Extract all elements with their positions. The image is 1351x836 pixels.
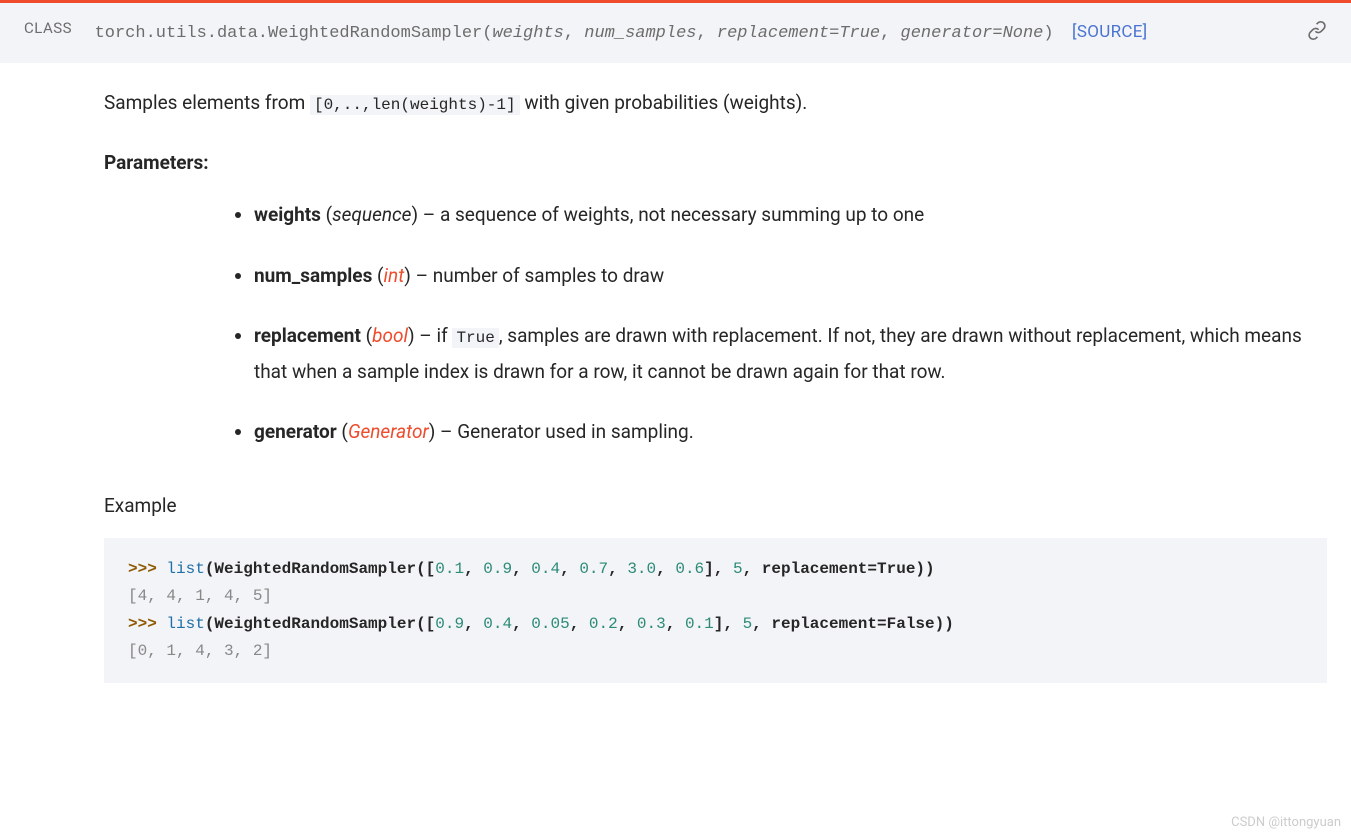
param-desc: number of samples to draw [433,264,664,287]
param-desc-pre: if [436,324,452,347]
class-name: WeightedRandomSampler [214,560,416,578]
prompt: >>> [128,560,166,578]
sig-param-num-samples: num_samples [584,24,696,43]
description-inline-code: [0,..,len(weights)-1] [310,95,520,115]
param-type: sequence [332,203,411,226]
permalink-icon[interactable] [1307,20,1327,45]
example-heading: Example [104,490,1327,522]
example-output: [0, 1, 4, 3, 2] [128,642,272,660]
class-name: WeightedRandomSampler [214,615,416,633]
param-weights: weights (sequence) – a sequence of weigh… [254,197,1327,233]
param-num-samples: num_samples (int) – number of samples to… [254,258,1327,294]
example-code-block: >>> list(WeightedRandomSampler([0.1, 0.9… [104,538,1327,683]
paren-close: ) [1043,24,1053,43]
param-replacement: replacement (bool) – if True, samples ar… [254,318,1327,390]
qualified-name: torch.utils.data.WeightedRandomSampler [95,24,483,43]
param-name: replacement [254,324,361,347]
param-name: num_samples [254,264,372,287]
signature: torch.utils.data.WeightedRandomSampler(w… [95,17,1148,49]
sig-param-generator: generator=None [901,24,1044,43]
example-output: [4, 4, 1, 4, 5] [128,587,272,605]
description-text-pre: Samples elements from [104,91,310,114]
builtin-list: list [166,615,204,633]
builtin-list: list [166,560,204,578]
param-name: weights [254,203,321,226]
param-type-link[interactable]: Generator [348,420,429,443]
source-link[interactable]: [SOURCE] [1072,22,1147,42]
class-body: Samples elements from [0,..,len(weights)… [0,63,1351,707]
param-desc-code: True [452,328,498,348]
param-generator: generator (Generator) – Generator used i… [254,414,1327,450]
class-keyword-label: CLASS [24,19,72,37]
parameters-heading: Parameters: [104,147,1327,179]
prompt: >>> [128,615,166,633]
watermark: CSDN @ittongyuan [1231,815,1341,830]
param-type-link[interactable]: int [384,264,405,287]
param-desc-post: , samples are drawn with replacement. If… [254,324,1302,383]
parameters-list: weights (sequence) – a sequence of weigh… [104,197,1327,449]
param-desc: a sequence of weights, not necessary sum… [440,203,924,226]
class-signature-header: CLASS torch.utils.data.WeightedRandomSam… [0,0,1351,63]
param-desc: Generator used in sampling. [457,420,694,443]
description: Samples elements from [0,..,len(weights)… [104,87,1327,119]
param-type-link[interactable]: bool [372,324,408,347]
param-name: generator [254,420,337,443]
paren-open: ( [482,24,492,43]
sig-param-replacement: replacement=True [717,24,880,43]
sig-param-weights: weights [492,24,563,43]
description-text-post: with given probabilities (weights). [520,91,808,114]
